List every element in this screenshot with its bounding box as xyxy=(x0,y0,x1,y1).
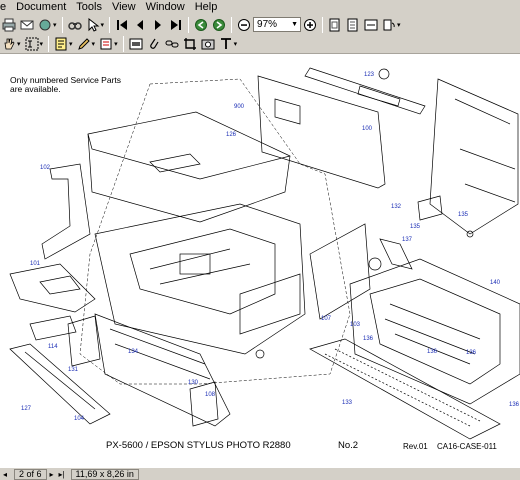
part-label: 136 xyxy=(427,349,438,355)
zoom-out-icon[interactable] xyxy=(236,17,252,33)
next-page-icon[interactable]: ▸ xyxy=(47,469,57,480)
select-text-icon[interactable] xyxy=(24,36,40,52)
highlight-icon[interactable] xyxy=(128,36,144,52)
part-label: 101 xyxy=(30,261,41,267)
part-label: 131 xyxy=(68,367,79,373)
part-label: 114 xyxy=(48,344,58,350)
separator xyxy=(122,35,124,52)
hand-icon[interactable] xyxy=(1,36,17,52)
part-label: 140 xyxy=(490,280,501,286)
separator xyxy=(109,16,111,33)
service-parts-note: Only numbered Service Parts are availabl… xyxy=(10,76,121,94)
chevron-down-icon[interactable]: ▾ xyxy=(53,21,57,29)
chevron-down-icon[interactable]: ▾ xyxy=(101,21,105,29)
part-label: 107 xyxy=(321,316,332,322)
menu-view[interactable]: View xyxy=(107,0,141,15)
snapshot-icon[interactable] xyxy=(200,36,216,52)
rotate-icon[interactable] xyxy=(381,17,397,33)
part-label: 132 xyxy=(391,204,402,210)
link-icon[interactable] xyxy=(164,36,180,52)
part-label: 100 xyxy=(362,126,373,132)
chevron-down-icon[interactable]: ▼ xyxy=(291,18,300,31)
chevron-down-icon[interactable]: ▾ xyxy=(234,40,238,48)
status-bar: ◂ 2 of 6 ▸ ▸| 11,69 x 8,26 in xyxy=(0,467,520,480)
next-page-icon[interactable] xyxy=(150,17,166,33)
separator xyxy=(322,16,324,33)
part-label: 133 xyxy=(342,400,353,406)
crop-icon[interactable] xyxy=(182,36,198,52)
separator xyxy=(188,16,190,33)
separator xyxy=(61,16,63,33)
stamp-icon[interactable] xyxy=(98,36,114,52)
part-label: 134 xyxy=(128,349,139,355)
part-label: 136 xyxy=(363,336,374,342)
fit-width-icon[interactable] xyxy=(363,17,379,33)
prev-page-icon[interactable]: ◂ xyxy=(0,469,10,480)
page-size-indicator: 11,69 x 8,26 in xyxy=(70,468,139,480)
chevron-down-icon[interactable]: ▾ xyxy=(17,40,21,48)
part-label: 108 xyxy=(205,392,216,398)
part-label: 103 xyxy=(350,322,361,328)
chevron-down-icon[interactable]: ▾ xyxy=(397,21,401,29)
separator xyxy=(48,35,50,52)
actual-size-icon[interactable] xyxy=(327,17,343,33)
search-icon[interactable] xyxy=(67,17,83,33)
note-text: Only numbered Service Parts are availabl… xyxy=(10,75,122,94)
menu-edit[interactable]: e xyxy=(0,0,11,15)
menu-tools[interactable]: Tools xyxy=(71,0,107,15)
email-icon[interactable] xyxy=(19,17,35,33)
document-code: CA16-CASE-011 xyxy=(437,442,497,451)
last-page-icon[interactable] xyxy=(168,17,184,33)
chevron-down-icon[interactable]: ▾ xyxy=(69,40,73,48)
note-icon[interactable] xyxy=(53,36,69,52)
part-label: 137 xyxy=(402,237,413,243)
select-icon[interactable] xyxy=(85,17,101,33)
exploded-parts-diagram xyxy=(9,67,520,440)
navigation-toolbar: ▾ ▾ 97% ▼ ▾ xyxy=(0,15,520,35)
chevron-down-icon[interactable]: ▾ xyxy=(114,40,118,48)
part-label: 127 xyxy=(21,406,32,412)
fit-page-icon[interactable] xyxy=(345,17,361,33)
back-icon[interactable] xyxy=(193,17,209,33)
page-number-label: No.2 xyxy=(338,440,359,451)
part-label: 126 xyxy=(226,132,237,138)
separator xyxy=(231,16,233,33)
page-indicator[interactable]: 2 of 6 xyxy=(14,468,47,480)
text-tool-icon[interactable] xyxy=(218,36,234,52)
zoom-in-icon[interactable] xyxy=(302,17,318,33)
part-label: 102 xyxy=(40,165,51,171)
part-label: 136 xyxy=(466,350,477,356)
part-label: 136 xyxy=(509,402,520,408)
last-page-icon[interactable]: ▸| xyxy=(57,469,67,480)
page-title: PX-5600 / EPSON STYLUS PHOTO R2880 xyxy=(106,440,291,451)
tools-toolbar: ▾ ▾ ▾ ▾ ▾ ▾ xyxy=(0,34,520,54)
forward-icon[interactable] xyxy=(211,17,227,33)
print-icon[interactable] xyxy=(1,17,17,33)
part-label: 135 xyxy=(458,212,469,218)
document-page[interactable]: Only numbered Service Parts are availabl… xyxy=(0,54,520,467)
pencil-icon[interactable] xyxy=(76,36,92,52)
menu-document[interactable]: Document xyxy=(11,0,71,15)
zoom-level-value: 97% xyxy=(257,19,278,30)
attach-icon[interactable] xyxy=(146,36,162,52)
part-label: 123 xyxy=(364,72,375,78)
part-label: 104 xyxy=(74,416,85,422)
web-icon[interactable] xyxy=(37,17,53,33)
part-label: 130 xyxy=(188,380,199,386)
prev-page-icon[interactable] xyxy=(132,17,148,33)
part-label: 135 xyxy=(410,224,421,230)
menu-window[interactable]: Window xyxy=(141,0,190,15)
first-page-icon[interactable] xyxy=(114,17,130,33)
menu-help[interactable]: Help xyxy=(190,0,223,15)
zoom-level-field[interactable]: 97% ▼ xyxy=(253,17,302,32)
chevron-down-icon[interactable]: ▾ xyxy=(92,40,96,48)
menu-bar: e Document Tools View Window Help xyxy=(0,0,520,15)
part-label: 900 xyxy=(234,104,245,110)
chevron-down-icon[interactable]: ▾ xyxy=(40,40,44,48)
revision-label: Rev.01 xyxy=(403,442,428,451)
